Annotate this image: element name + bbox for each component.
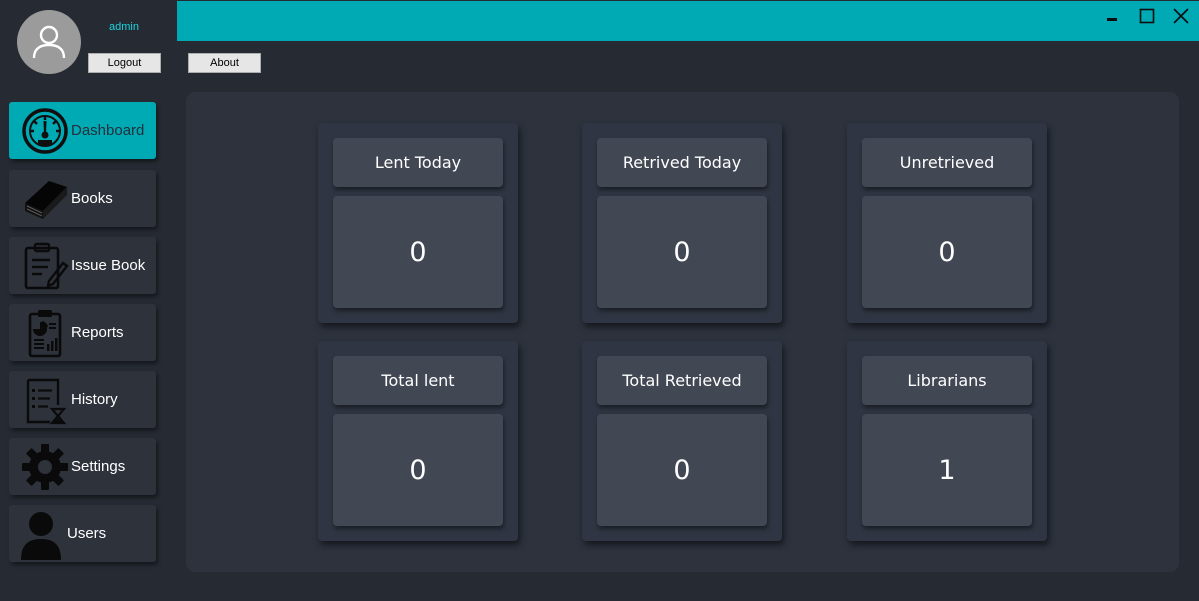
stat-card-librarians: Librarians 1 — [847, 341, 1047, 541]
maximize-button[interactable] — [1135, 4, 1159, 28]
stat-card-retrived-today: Retrived Today 0 — [582, 123, 782, 323]
stat-card-title: Total Retrieved — [597, 356, 767, 405]
book-icon — [19, 173, 71, 225]
report-icon — [19, 307, 71, 359]
sidebar-item-label: Issue Book — [71, 257, 146, 274]
dashboard-panel: Lent Today 0 Retrived Today 0 Unretrieve… — [186, 92, 1179, 572]
sidebar-item-label: Settings — [71, 458, 126, 475]
stat-card-title: Lent Today — [333, 138, 503, 187]
minimize-button[interactable] — [1100, 4, 1124, 28]
title-bar[interactable] — [177, 1, 1199, 41]
sidebar-item-settings[interactable]: Settings — [9, 438, 156, 495]
sidebar-item-reports[interactable]: Reports — [9, 304, 156, 361]
about-button[interactable]: About — [188, 53, 261, 73]
stat-card-value: 0 — [333, 196, 503, 308]
close-icon — [1173, 8, 1189, 24]
logout-button[interactable]: Logout — [88, 53, 161, 73]
stat-card-title: Retrived Today — [597, 138, 767, 187]
sidebar-item-books[interactable]: Books — [9, 170, 156, 227]
stat-card-lent-today: Lent Today 0 — [318, 123, 518, 323]
username-label: admin — [109, 21, 139, 33]
stat-card-value: 0 — [333, 414, 503, 526]
avatar — [17, 10, 81, 74]
history-hourglass-icon — [19, 374, 71, 426]
stat-card-unretrieved: Unretrieved 0 — [847, 123, 1047, 323]
stat-card-title: Total lent — [333, 356, 503, 405]
clipboard-pencil-icon — [19, 240, 71, 292]
sidebar-item-label: Books — [71, 190, 113, 207]
sidebar-item-users[interactable]: Users — [9, 505, 156, 562]
stat-card-total-lent: Total lent 0 — [318, 341, 518, 541]
stat-card-value: 0 — [597, 196, 767, 308]
sidebar-item-history[interactable]: History — [9, 371, 156, 428]
sidebar-item-label: Dashboard — [71, 122, 145, 139]
sidebar-item-dashboard[interactable]: Dashboard — [9, 102, 156, 159]
dashboard-gauge-icon — [19, 105, 71, 157]
sidebar-item-label: History — [71, 391, 118, 408]
minimize-icon — [1107, 18, 1117, 21]
user-avatar-icon — [32, 25, 66, 59]
stat-card-value: 0 — [862, 196, 1032, 308]
stat-card-title: Unretrieved — [862, 138, 1032, 187]
stat-card-title: Librarians — [862, 356, 1032, 405]
stat-card-total-retrieved: Total Retrieved 0 — [582, 341, 782, 541]
sidebar-item-label: Users — [67, 525, 107, 542]
stat-card-value: 1 — [862, 414, 1032, 526]
close-button[interactable] — [1169, 4, 1193, 28]
sidebar-item-label: Reports — [71, 324, 124, 341]
gear-icon — [19, 441, 71, 493]
maximize-icon — [1139, 8, 1155, 24]
stat-card-value: 0 — [597, 414, 767, 526]
sidebar-item-issue-book[interactable]: Issue Book — [9, 237, 156, 294]
user-icon — [15, 508, 67, 560]
